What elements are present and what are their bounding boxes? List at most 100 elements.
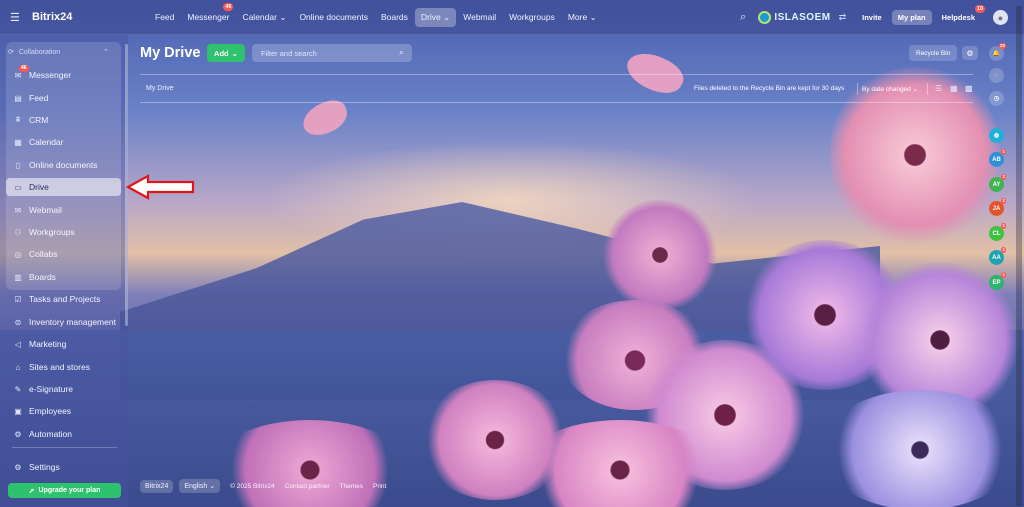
- notification-badge: 22: [998, 43, 1006, 49]
- my-plan-button[interactable]: My plan: [891, 10, 932, 25]
- sidebar-item-tasks[interactable]: ☑ Tasks and Projects: [6, 290, 121, 308]
- collaboration-icon: ⟳: [8, 49, 14, 56]
- breadcrumb[interactable]: My Drive: [146, 85, 174, 92]
- add-button[interactable]: Add ⌄: [207, 44, 245, 62]
- crm-icon: ⩩: [15, 115, 21, 124]
- sidebar-item-boards[interactable]: ▥ Boards: [6, 268, 121, 286]
- sidebar-item-collabs[interactable]: ◎ Collabs: [6, 245, 121, 263]
- sidebar-item-label: Inventory management: [29, 317, 116, 327]
- contact-avatar[interactable]: EP 1: [989, 272, 1006, 290]
- contact-avatar[interactable]: JA 1: [989, 198, 1006, 216]
- sidebar-item-label: Online documents: [29, 160, 98, 170]
- helpdesk-button[interactable]: Helpdesk 10: [936, 5, 985, 25]
- footer-link-themes[interactable]: Themes: [340, 483, 363, 490]
- sidebar-item-label: Marketing: [29, 339, 67, 349]
- sidebar-item-label: Automation: [29, 429, 72, 439]
- nav-workgroups[interactable]: Workgroups: [503, 8, 561, 26]
- sidebar-item-automation[interactable]: ⚙ Automation: [6, 425, 121, 443]
- board-icon: ▥: [14, 272, 22, 282]
- chat-icon[interactable]: ◌: [989, 68, 1004, 83]
- sidebar-item-marketing[interactable]: ◁ Marketing: [6, 335, 121, 353]
- avatar-initials: AB: [992, 156, 1001, 163]
- sidebar-item-inventory[interactable]: ⊜ Inventory management: [6, 313, 121, 331]
- sidebar-item-employees[interactable]: ▣ Employees: [6, 402, 121, 420]
- search-icon[interactable]: ⌕: [740, 11, 746, 24]
- sidebar-item-label: Feed: [29, 93, 49, 103]
- footer-brand-button[interactable]: Bitrix24: [140, 479, 174, 493]
- avatar-badge: 1: [1001, 198, 1006, 204]
- page-scrollbar[interactable]: [1016, 6, 1022, 506]
- sort-dropdown[interactable]: By date changed ⌄: [862, 85, 918, 93]
- top-header: ☰ Bitrix24 Feed Messenger 46 Calendar ⌄ O…: [0, 0, 1024, 35]
- swap-icon[interactable]: ⇄: [839, 12, 847, 23]
- open-channel-icon[interactable]: ◍: [989, 128, 1004, 143]
- nav-boards[interactable]: Boards: [375, 8, 414, 26]
- list-view-icon[interactable]: ☰: [935, 84, 942, 93]
- contact-avatar[interactable]: AA 1: [989, 247, 1006, 265]
- app-logo[interactable]: Bitrix24: [32, 11, 137, 23]
- avatar-badge: 1: [1001, 272, 1006, 278]
- sidebar-item-drive[interactable]: ▭ Drive: [6, 178, 121, 196]
- nav-drive-label: Drive: [420, 11, 441, 22]
- nav-online-documents[interactable]: Online documents: [293, 8, 374, 26]
- sidebar-item-messenger[interactable]: ✉ 46 Messenger: [6, 65, 121, 84]
- filter-search-box[interactable]: ⌕: [252, 44, 412, 62]
- collaboration-group-header[interactable]: ⟳ Collaboration ⌃: [8, 48, 115, 57]
- sidebar-item-label: Workgroups: [29, 227, 75, 237]
- contact-avatar[interactable]: CL 1: [989, 223, 1006, 241]
- sidebar-item-esignature[interactable]: ✎ e-Signature: [6, 380, 121, 398]
- tasks-icon: ☑: [14, 294, 22, 304]
- sidebar-item-label: Sites and stores: [29, 362, 90, 372]
- sidebar-item-label: Boards: [29, 272, 56, 282]
- nav-messenger[interactable]: Messenger 46: [181, 3, 235, 26]
- settings-gear-button[interactable]: ⚙: [962, 46, 978, 60]
- upgrade-plan-button[interactable]: ➚ Upgrade your plan: [8, 483, 121, 498]
- sidebar-item-calendar[interactable]: ▦ Calendar: [6, 133, 121, 151]
- automation-icon: ⚙: [14, 429, 22, 439]
- tile-view-icon[interactable]: ▩: [965, 84, 973, 93]
- background-scene: [0, 0, 1024, 507]
- recycle-bin-button[interactable]: Recycle Bin: [909, 45, 958, 61]
- user-avatar[interactable]: ●: [993, 10, 1008, 25]
- footer-link-contact[interactable]: Contact partner: [285, 483, 330, 490]
- sidebar-item-crm[interactable]: ⩩ CRM: [6, 111, 121, 129]
- separator: [857, 83, 858, 95]
- search-icon[interactable]: ⌕: [399, 47, 404, 58]
- add-label: Add: [214, 48, 229, 58]
- employees-icon: ▣: [14, 406, 22, 416]
- search-input[interactable]: [261, 48, 391, 58]
- nav-webmail[interactable]: Webmail: [457, 8, 502, 26]
- invite-button[interactable]: Invite: [856, 10, 888, 25]
- contact-avatar[interactable]: AY 1: [989, 174, 1006, 192]
- sidebar-divider: [12, 447, 117, 448]
- chevron-down-icon: ⌄: [279, 11, 287, 22]
- sidebar-item-sites[interactable]: ⌂ Sites and stores: [6, 358, 121, 376]
- language-selector[interactable]: English ⌄: [179, 479, 221, 493]
- sidebar-item-webmail[interactable]: ✉ Webmail: [6, 201, 121, 219]
- contact-avatar[interactable]: AB 1: [989, 149, 1006, 167]
- company-logo[interactable]: ISLASOEM: [758, 11, 830, 24]
- copyright: © 2025 Bitrix24: [230, 482, 275, 490]
- annotation-arrow: [126, 174, 195, 200]
- nav-more[interactable]: More ⌄: [562, 8, 603, 27]
- grid-view-icon[interactable]: ▦: [950, 84, 958, 93]
- bell-icon[interactable]: 🔔 22: [989, 43, 1006, 61]
- menu-icon[interactable]: ☰: [10, 11, 28, 24]
- sidebar-item-feed[interactable]: ▤ Feed: [6, 89, 121, 107]
- sidebar-item-online-documents[interactable]: ▯ Online documents: [6, 156, 121, 174]
- messenger-sidebar-badge: 46: [19, 65, 29, 72]
- sidebar-item-settings[interactable]: ⚙ Settings: [6, 458, 121, 476]
- document-icon: ▯: [15, 160, 21, 170]
- group-icon: ⚇: [14, 227, 22, 237]
- nav-feed[interactable]: Feed: [149, 8, 180, 26]
- nav-drive[interactable]: Drive ⌄: [414, 7, 457, 27]
- upgrade-label: Upgrade your plan: [38, 487, 101, 494]
- chevron-down-icon: ⌄: [209, 483, 216, 490]
- clock-icon[interactable]: ◷: [989, 91, 1004, 106]
- footer-link-print[interactable]: Print: [373, 483, 386, 490]
- nav-calendar[interactable]: Calendar ⌄: [236, 8, 292, 27]
- avatar-initials: AY: [992, 181, 1001, 188]
- sidebar-item-workgroups[interactable]: ⚇ Workgroups: [6, 223, 121, 241]
- sidebar-item-label: Messenger: [29, 70, 72, 80]
- sidebar-item-label: Calendar: [29, 137, 64, 147]
